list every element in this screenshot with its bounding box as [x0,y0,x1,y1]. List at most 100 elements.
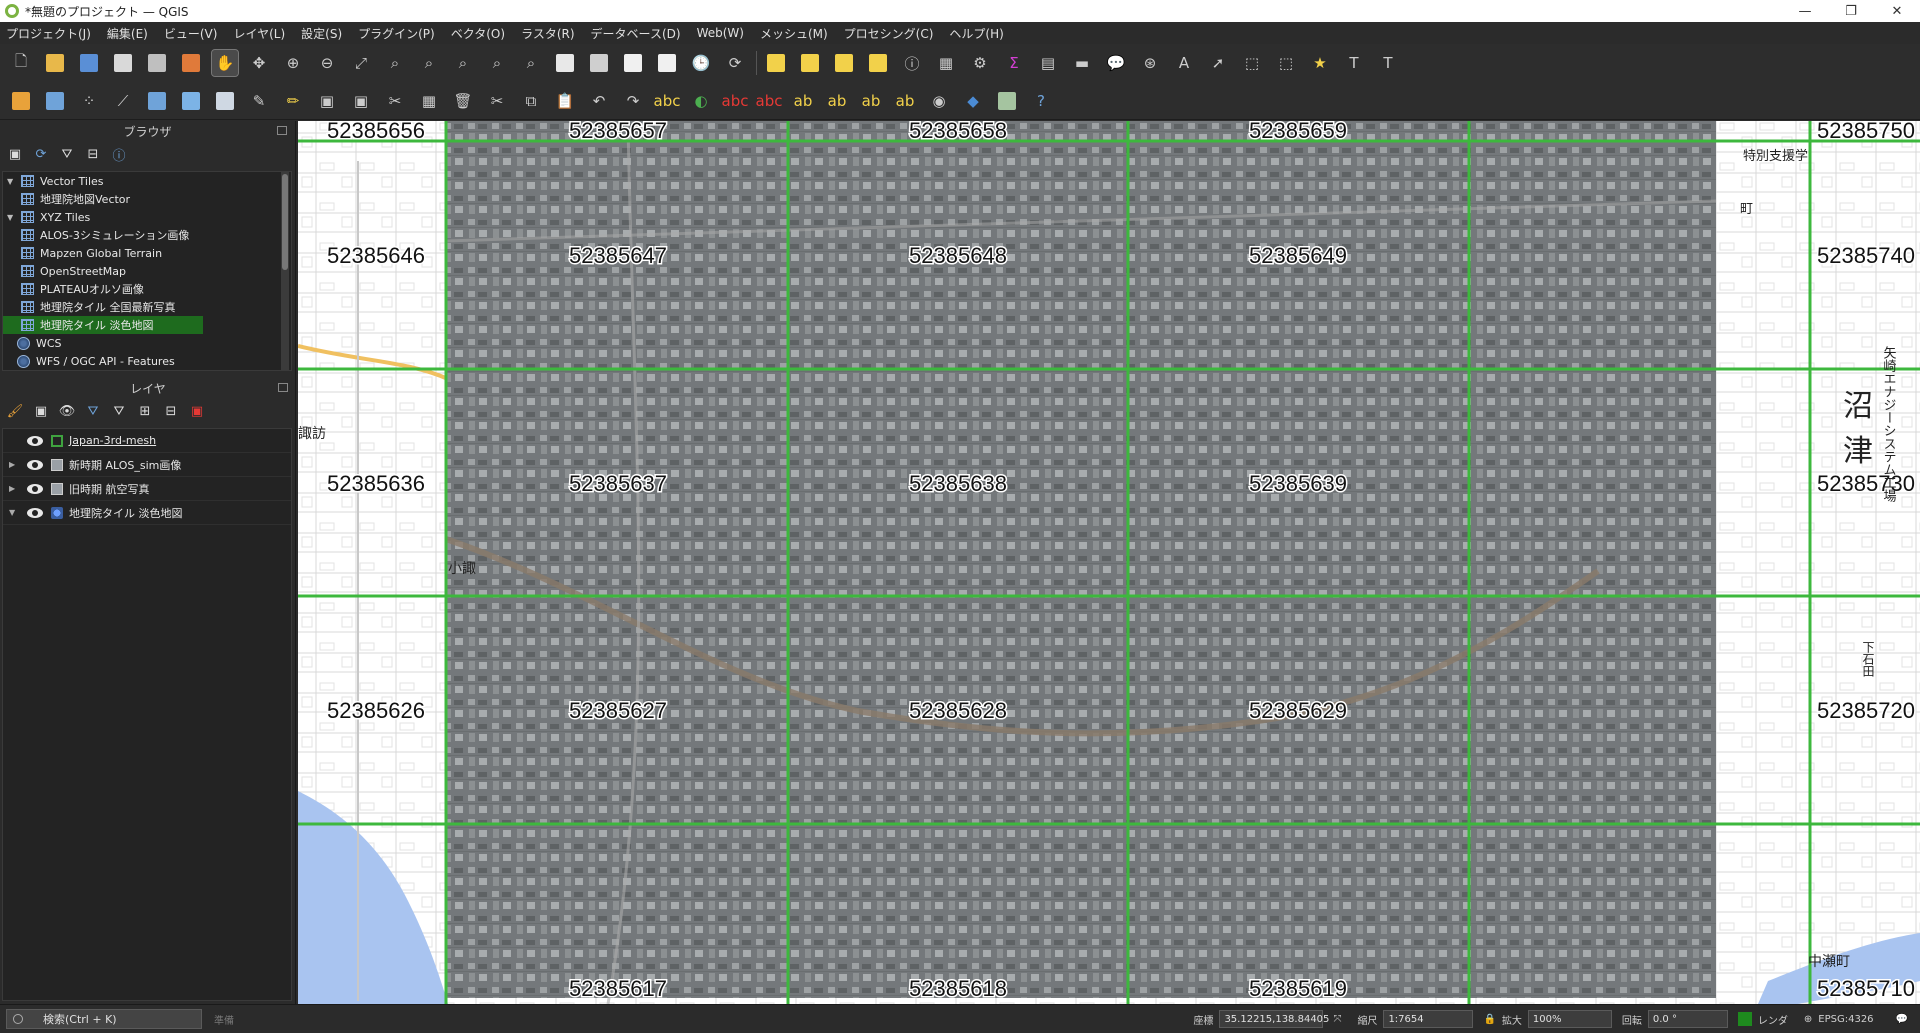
style-manager-icon[interactable] [178,50,204,76]
dock-float-icon[interactable] [277,126,287,135]
select-location-icon[interactable] [865,50,891,76]
visibility-eye-icon[interactable] [27,483,43,494]
pan-to-selection-icon[interactable]: ✥ [246,50,272,76]
browser-tree[interactable]: ▼ Vector Tiles 地理院地図Vector ▼ XYZ Tiles A… [2,171,292,371]
locator-search-input[interactable]: 検索(Ctrl + K) [6,1009,202,1029]
filter-legend-icon[interactable]: ⛛ [84,402,102,420]
filter-icon[interactable]: ⛛ [58,145,76,163]
open-table-icon[interactable]: ▤ [1035,50,1061,76]
render-checkbox[interactable] [1737,1012,1752,1026]
tree-item-gsi-photo[interactable]: 地理院タイル 全国最新写真 [3,298,291,316]
browser-scrollbar[interactable] [281,172,289,370]
close-button[interactable]: ✕ [1874,0,1920,22]
expand-arrow-icon[interactable]: ▶ [9,484,21,493]
tree-item-mapzen[interactable]: Mapzen Global Terrain [3,244,291,262]
tree-item-plateau[interactable]: PLATEAUオルソ画像 [3,280,291,298]
menu-layer[interactable]: レイヤ(L) [233,25,285,42]
label-toolbar-icon[interactable]: A [1171,50,1197,76]
expand-arrow-icon[interactable]: ▼ [9,508,21,517]
layer-item-aerial[interactable]: ▶ 旧時期 航空写真 [3,477,291,501]
add-group-icon[interactable]: ▣ [32,402,50,420]
label-properties-icon[interactable]: ab [892,88,918,114]
statistics-icon[interactable]: Σ [1001,50,1027,76]
tree-item-alos3[interactable]: ALOS-3シミュレーション画像 [3,226,291,244]
add-selected-layers-icon[interactable]: ▣ [6,145,24,163]
new-print-layout-icon[interactable] [110,50,136,76]
select-rect-icon[interactable]: ⬚ [1239,50,1265,76]
mesh-plugin-icon[interactable]: ◉ [926,88,952,114]
refresh-icon[interactable]: ⟳ [722,50,748,76]
redo-icon[interactable]: ↷ [620,88,646,114]
expand-arrow-icon[interactable]: ▼ [7,177,17,186]
text-annotation-icon[interactable]: T [1341,50,1367,76]
polygon-symbol-icon[interactable] [51,434,63,447]
zoom-next-icon[interactable]: ⌕ [518,50,544,76]
temporal-controller-icon[interactable]: 🕒 [688,50,714,76]
show-bookmarks-icon[interactable] [654,50,680,76]
info-icon[interactable]: ⓘ [110,145,128,164]
deselect-all-icon[interactable] [831,50,857,76]
refresh-icon[interactable]: ⟳ [32,145,50,163]
visibility-eye-icon[interactable] [27,459,43,470]
menu-raster[interactable]: ラスタ(R) [521,25,574,42]
minimize-button[interactable]: — [1782,0,1828,22]
visibility-eye-icon[interactable] [27,507,43,518]
tree-item-vector-tiles[interactable]: ▼ Vector Tiles [3,172,291,190]
add-raster-icon[interactable] [178,88,204,114]
menu-edit[interactable]: 編集(E) [107,25,148,42]
filter-expression-icon[interactable]: ⛛ [110,402,128,420]
measure-icon[interactable]: ▬ [1069,50,1095,76]
zoom-full-icon[interactable]: ⤢ [348,50,374,76]
zoom-selection-icon[interactable]: ⌕ [382,50,408,76]
magnifier-spinbox[interactable]: 100% [1527,1010,1612,1028]
copy-features-icon[interactable]: ⧉ [518,88,544,114]
zoom-out-icon[interactable]: ⊖ [314,50,340,76]
digitize-line-icon[interactable]: ⟋ [110,88,136,114]
save-project-icon[interactable] [76,50,102,76]
crs-button[interactable]: EPSG:4326 [1818,1014,1873,1025]
show-hide-labels-icon[interactable]: abc [756,88,783,114]
menu-settings[interactable]: 設定(S) [301,25,342,42]
add-feature-icon[interactable]: ▣ [348,88,374,114]
rotation-spinbox[interactable]: 0.0 ° [1647,1010,1728,1028]
expand-arrow-icon[interactable]: ▼ [7,213,17,222]
spatial-bookmarks-icon[interactable]: ⊛ [1137,50,1163,76]
expand-arrow-icon[interactable]: ▶ [9,460,21,469]
coordinate-field[interactable]: 35.12215,138.84405 [1219,1010,1329,1028]
crs-globe-icon[interactable]: ⊕ [1804,1014,1812,1025]
zoom-in-icon[interactable]: ⊕ [280,50,306,76]
toolbox-icon[interactable]: ⚙ [967,50,993,76]
select-by-value-icon[interactable] [797,50,823,76]
data-source-manager-icon[interactable] [8,88,34,114]
menu-web[interactable]: Web(W) [697,26,744,40]
digitize-points-icon[interactable]: ⁘ [76,88,102,114]
python-console-icon[interactable]: ◆ [960,88,986,114]
attribute-table-icon[interactable]: ▦ [933,50,959,76]
zoom-native-icon[interactable]: ⌕ [450,50,476,76]
expand-all-icon[interactable]: ⊞ [136,402,154,420]
text-box-icon[interactable]: T [1375,50,1401,76]
identify-icon[interactable]: ⓘ [899,50,925,76]
menu-help[interactable]: ヘルプ(H) [949,25,1003,42]
plugin-icon[interactable] [994,88,1020,114]
annotation-star-icon[interactable]: ★ [1307,50,1333,76]
collapse-all-icon[interactable]: ⊟ [84,145,102,163]
manage-visibility-icon[interactable]: 👁 [58,402,76,420]
layout-manager-icon[interactable] [144,50,170,76]
tree-item-wcs[interactable]: WCS [3,334,291,352]
new-3d-view-icon[interactable] [586,50,612,76]
messages-icon[interactable]: 💬 [1896,1014,1908,1025]
select-pointer-icon[interactable]: ➚ [1205,50,1231,76]
map-canvas[interactable]: 52385656 52385657 52385658 52385659 5238… [298,121,1920,1004]
map-tips-icon[interactable]: 💬 [1103,50,1129,76]
new-project-icon[interactable]: 🗋 [8,50,34,76]
digitize-polygon-icon[interactable] [144,88,170,114]
cut-features-icon[interactable]: ✂ [484,88,510,114]
maximize-button[interactable]: ❐ [1828,0,1874,22]
diagram-tool-icon[interactable]: ◐ [688,88,714,114]
menu-mesh[interactable]: メッシュ(M) [760,25,828,42]
lock-scale-icon[interactable]: 🔒 [1483,1014,1495,1025]
paste-features-icon[interactable]: 📋 [552,88,578,114]
scale-combo[interactable]: 1:7654 [1383,1010,1474,1028]
visibility-eye-icon[interactable] [27,435,43,446]
